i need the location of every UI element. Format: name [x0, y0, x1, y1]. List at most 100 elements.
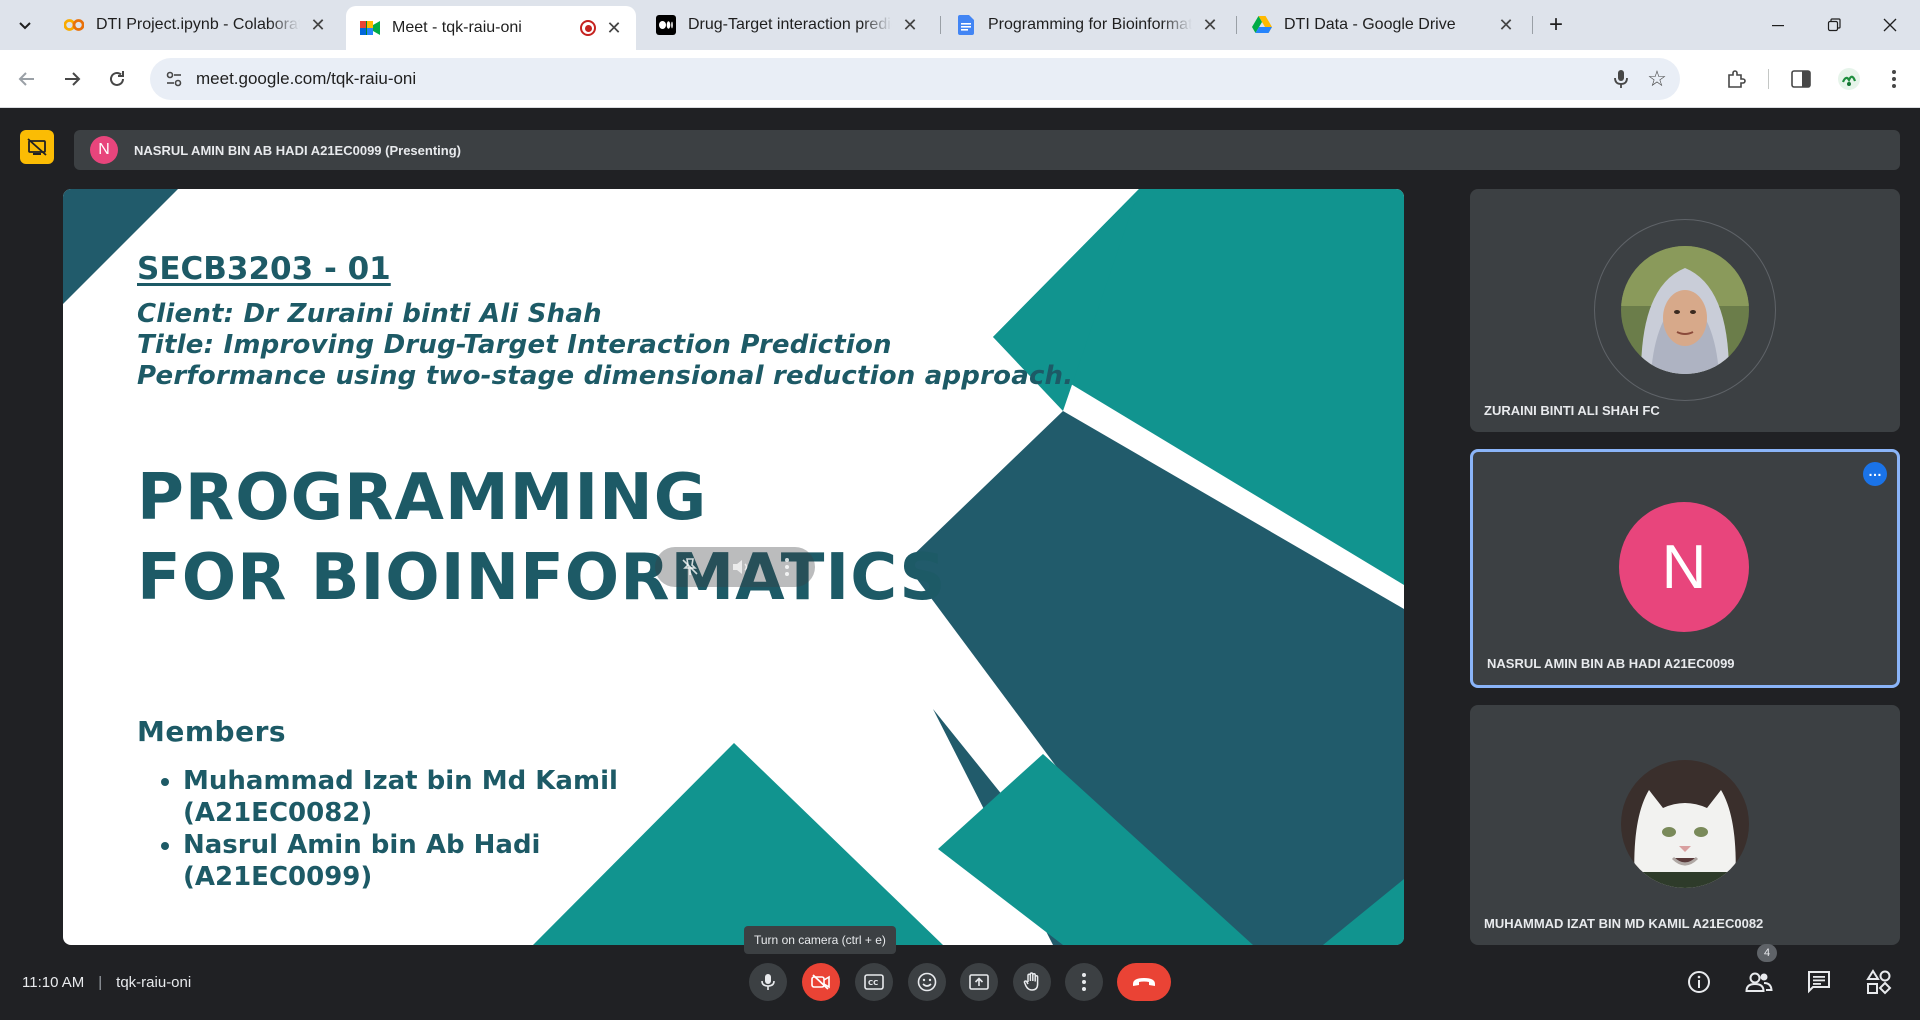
tab-title: Drug-Target interaction prediction: [688, 16, 892, 33]
restore-button[interactable]: [1806, 0, 1862, 50]
info-icon: [1688, 971, 1710, 993]
tab-title: Meet - tqk-raiu-oni: [392, 19, 522, 36]
participant-photo: [1621, 760, 1749, 888]
new-tab-button[interactable]: +: [1542, 11, 1570, 39]
meeting-details-button[interactable]: [1681, 964, 1717, 1000]
close-window-button[interactable]: [1862, 0, 1918, 50]
tab-docs[interactable]: Programming for Bioinformatics ✕: [942, 8, 1232, 42]
tab-drive[interactable]: DTI Data - Google Drive ✕: [1238, 8, 1528, 42]
reload-button[interactable]: [100, 62, 134, 96]
present-off-icon: [27, 138, 47, 156]
close-icon[interactable]: ✕: [1200, 15, 1220, 35]
pin-off-icon[interactable]: [680, 557, 700, 577]
reactions-button[interactable]: [908, 963, 946, 1001]
participant-options-button[interactable]: …: [1863, 462, 1887, 486]
side-panel-button[interactable]: [1785, 63, 1817, 95]
participant-avatar: N: [1619, 502, 1749, 632]
svg-text:CC: CC: [868, 979, 878, 987]
toolbar-divider: [1768, 69, 1769, 89]
emoji-icon: [917, 972, 937, 992]
plus-icon: +: [1548, 11, 1563, 38]
tab-title: DTI Data - Google Drive: [1284, 16, 1456, 33]
presenter-bar: N NASRUL AMIN BIN AB HADI A21EC0099 (Pre…: [74, 130, 1900, 170]
slide-heading-line2: FOR BIOINFORMATICS: [137, 541, 947, 615]
arrow-right-icon: [65, 72, 81, 86]
more-vert-icon: [1082, 973, 1086, 991]
tab-colab[interactable]: DTI Project.ipynb - Colaboratory ✕: [50, 8, 340, 42]
close-icon[interactable]: ✕: [308, 15, 328, 35]
profile-button[interactable]: [1833, 63, 1865, 95]
closed-captions-icon: CC: [864, 974, 884, 990]
raise-hand-button[interactable]: [1013, 963, 1051, 1001]
url-text[interactable]: meet.google.com/tqk-raiu-oni: [196, 69, 416, 89]
participant-tile-active[interactable]: … N NASRUL AMIN BIN AB HADI A21EC0099: [1470, 449, 1900, 688]
tab-medium[interactable]: Drug-Target interaction prediction ✕: [642, 8, 932, 42]
more-vert-icon[interactable]: [784, 557, 790, 577]
tab-separator: [940, 16, 941, 34]
captions-button[interactable]: CC: [855, 963, 893, 1001]
leave-call-button[interactable]: [1117, 963, 1171, 1001]
reload-icon: [110, 71, 124, 86]
present-screen-button[interactable]: [960, 963, 998, 1001]
slide-title-line2: Performance using two-stage dimensional …: [137, 361, 1074, 391]
volume-off-icon[interactable]: [731, 557, 753, 577]
browser-toolbar: meet.google.com/tqk-raiu-oni ☆: [0, 50, 1920, 108]
participant-name: MUHAMMAD IZAT BIN MD KAMIL A21EC0082: [1484, 916, 1764, 931]
chat-icon: [1808, 971, 1830, 994]
activities-icon: [1866, 969, 1892, 995]
tab-meet[interactable]: Meet - tqk-raiu-oni ✕: [346, 6, 636, 50]
presenter-avatar: N: [90, 136, 118, 164]
more-vert-icon: [1892, 70, 1896, 88]
forward-button[interactable]: [55, 62, 89, 96]
participant-tile[interactable]: MUHAMMAD IZAT BIN MD KAMIL A21EC0082: [1470, 705, 1900, 945]
back-button[interactable]: [10, 62, 44, 96]
address-bar[interactable]: meet.google.com/tqk-raiu-oni ☆: [150, 58, 1680, 100]
restore-icon: [1827, 18, 1841, 32]
participant-tile[interactable]: ZURAINI BINTI ALI SHAH FC: [1470, 189, 1900, 432]
minimize-icon: [1772, 25, 1784, 27]
stop-presenting-button[interactable]: [20, 130, 54, 164]
participant-photo: [1621, 246, 1749, 374]
activities-button[interactable]: [1861, 964, 1897, 1000]
slide-members-heading: Members: [137, 715, 287, 748]
info-separator: |: [98, 974, 103, 991]
site-info-icon[interactable]: [164, 69, 184, 89]
tab-separator: [1532, 16, 1533, 34]
presenter-label: NASRUL AMIN BIN AB HADI A21EC0099 (Prese…: [134, 142, 461, 158]
drive-icon: [1252, 15, 1272, 35]
microphone-icon[interactable]: [1610, 68, 1632, 90]
camera-button[interactable]: [802, 963, 840, 1001]
extensions-button[interactable]: [1720, 63, 1752, 95]
chat-button[interactable]: [1801, 964, 1837, 1000]
microphone-icon: [761, 974, 775, 990]
tab-search-button[interactable]: [10, 11, 40, 39]
browser-menu-button[interactable]: [1878, 63, 1910, 95]
slide-title-line1: Title: Improving Drug-Target Interaction…: [137, 330, 892, 360]
side-panel-icon: [1791, 70, 1811, 88]
people-button[interactable]: [1741, 964, 1777, 1000]
presentation-hover-controls: [655, 547, 815, 587]
close-icon[interactable]: ✕: [604, 18, 624, 38]
videocam-off-icon: [811, 974, 830, 990]
member-name: Nasrul Amin bin Ab Hadi: [183, 830, 541, 860]
camera-tooltip: Turn on camera (ctrl + e): [744, 926, 896, 954]
minimize-button[interactable]: [1750, 0, 1806, 50]
close-icon[interactable]: ✕: [1496, 15, 1516, 35]
puzzle-icon: [1728, 70, 1746, 88]
slide-course-code: SECB3203 - 01: [137, 251, 391, 287]
more-options-button[interactable]: [1065, 963, 1103, 1001]
meeting-code: tqk-raiu-oni: [116, 974, 192, 991]
microphone-button[interactable]: [749, 963, 787, 1001]
meet-icon: [360, 18, 380, 38]
list-item: Muhammad Izat bin Md Kamil (A21EC0082): [183, 765, 618, 829]
call-end-icon: [1133, 978, 1155, 986]
member-name: Muhammad Izat bin Md Kamil: [183, 766, 618, 796]
slide-client: Client: Dr Zuraini binti Ali Shah: [137, 299, 602, 329]
meet-window: N NASRUL AMIN BIN AB HADI A21EC0099 (Pre…: [0, 108, 1920, 1020]
bookmark-star-icon[interactable]: ☆: [1644, 66, 1670, 92]
member-id: (A21EC0082): [183, 798, 373, 828]
close-icon[interactable]: ✕: [900, 15, 920, 35]
slide-heading-line1: PROGRAMMING: [137, 461, 708, 535]
recording-icon: [580, 20, 596, 36]
profile-avatar-icon: [1838, 68, 1860, 90]
